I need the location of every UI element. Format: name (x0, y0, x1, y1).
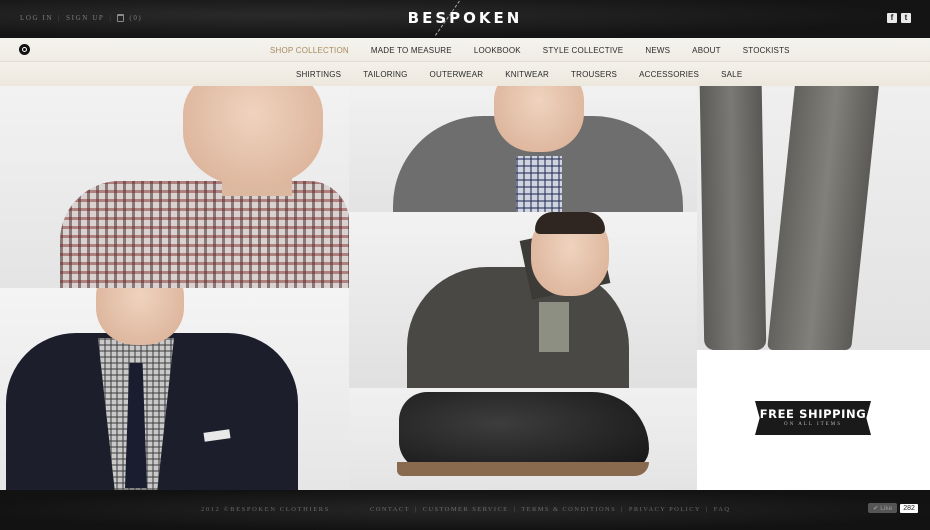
nav-trousers[interactable]: TROUSERS (571, 70, 617, 79)
henley-image (539, 302, 569, 352)
nav-news[interactable]: NEWS (645, 46, 670, 55)
nav-shirtings[interactable]: SHIRTINGS (296, 70, 341, 79)
hair-image (535, 212, 605, 234)
leather-shoe-image (399, 392, 649, 470)
nav-about[interactable]: ABOUT (692, 46, 721, 55)
footer-link-contact[interactable]: CONTACT (370, 506, 410, 513)
search-icon[interactable] (19, 44, 30, 55)
nav-sale[interactable]: SALE (721, 70, 742, 79)
free-shipping-tile[interactable]: FREE SHIPPING ON ALL ITEMS (697, 350, 930, 490)
check-shirt-image (516, 156, 562, 212)
trouser-leg-left-image (699, 86, 767, 350)
outerwear-tile[interactable] (349, 212, 697, 388)
model-face-image (494, 86, 584, 152)
top-bar: LOG IN | SIGN UP | (0) BESPOKEN f t (0, 0, 930, 38)
social-links: f t (887, 13, 911, 23)
nav-accessories[interactable]: ACCESSORIES (639, 70, 699, 79)
primary-nav: SHOP COLLECTION MADE TO MEASURE LOOKBOOK… (0, 38, 930, 62)
accessories-tile[interactable] (349, 388, 697, 490)
site-logo[interactable]: BESPOKEN (0, 9, 930, 27)
trouser-leg-right-image (767, 86, 879, 350)
nav-stockists[interactable]: STOCKISTS (743, 46, 790, 55)
primary-nav-list: SHOP COLLECTION MADE TO MEASURE LOOKBOOK… (270, 38, 812, 62)
copyright-text: 2012 ©BESPOKEN CLOTHIERS (201, 506, 330, 513)
nav-lookbook[interactable]: LOOKBOOK (474, 46, 521, 55)
footer-links: CONTACT | CUSTOMER SERVICE | TERMS & CON… (370, 506, 730, 513)
free-shipping-badge: FREE SHIPPING ON ALL ITEMS (755, 401, 871, 435)
shirtings-tile[interactable] (0, 86, 349, 288)
category-nav-list: SHIRTINGS TAILORING OUTERWEAR KNITWEAR T… (296, 62, 764, 86)
twitter-icon[interactable]: t (901, 13, 911, 23)
shoe-sole-image (397, 462, 649, 476)
nav-style-collective[interactable]: STYLE COLLECTIVE (543, 46, 624, 55)
nav-made-to-measure[interactable]: MADE TO MEASURE (371, 46, 452, 55)
like-label: Like (880, 505, 893, 512)
footer-link-terms[interactable]: TERMS & CONDITIONS (521, 506, 616, 513)
facebook-like: ✔ Like 282 (868, 503, 918, 513)
divider: | (621, 506, 624, 513)
footer-link-faq[interactable]: FAQ (714, 506, 731, 513)
promo-subtitle: ON ALL ITEMS (784, 422, 842, 427)
model-face-image (183, 86, 323, 186)
nav-outerwear[interactable]: OUTERWEAR (430, 70, 484, 79)
nav-knitwear[interactable]: KNITWEAR (505, 70, 549, 79)
footer-link-customer-service[interactable]: CUSTOMER SERVICE (423, 506, 509, 513)
footer: 2012 ©BESPOKEN CLOTHIERS CONTACT | CUSTO… (0, 490, 930, 530)
facebook-icon[interactable]: f (887, 13, 897, 23)
knitwear-tile[interactable] (349, 86, 697, 212)
nav-shop-collection[interactable]: SHOP COLLECTION (270, 46, 349, 55)
nav-tailoring[interactable]: TAILORING (363, 70, 407, 79)
footer-link-privacy[interactable]: PRIVACY POLICY (629, 506, 701, 513)
like-count: 282 (900, 503, 918, 513)
category-nav: SHIRTINGS TAILORING OUTERWEAR KNITWEAR T… (0, 62, 930, 86)
divider: | (513, 506, 517, 513)
tailoring-tile[interactable] (0, 288, 349, 490)
promo-title: FREE SHIPPING (759, 407, 867, 421)
divider: | (706, 506, 709, 513)
like-button[interactable]: ✔ Like (868, 503, 898, 513)
divider: | (414, 506, 418, 513)
plaid-shirt-image (60, 181, 349, 288)
trousers-tile[interactable] (697, 86, 930, 350)
